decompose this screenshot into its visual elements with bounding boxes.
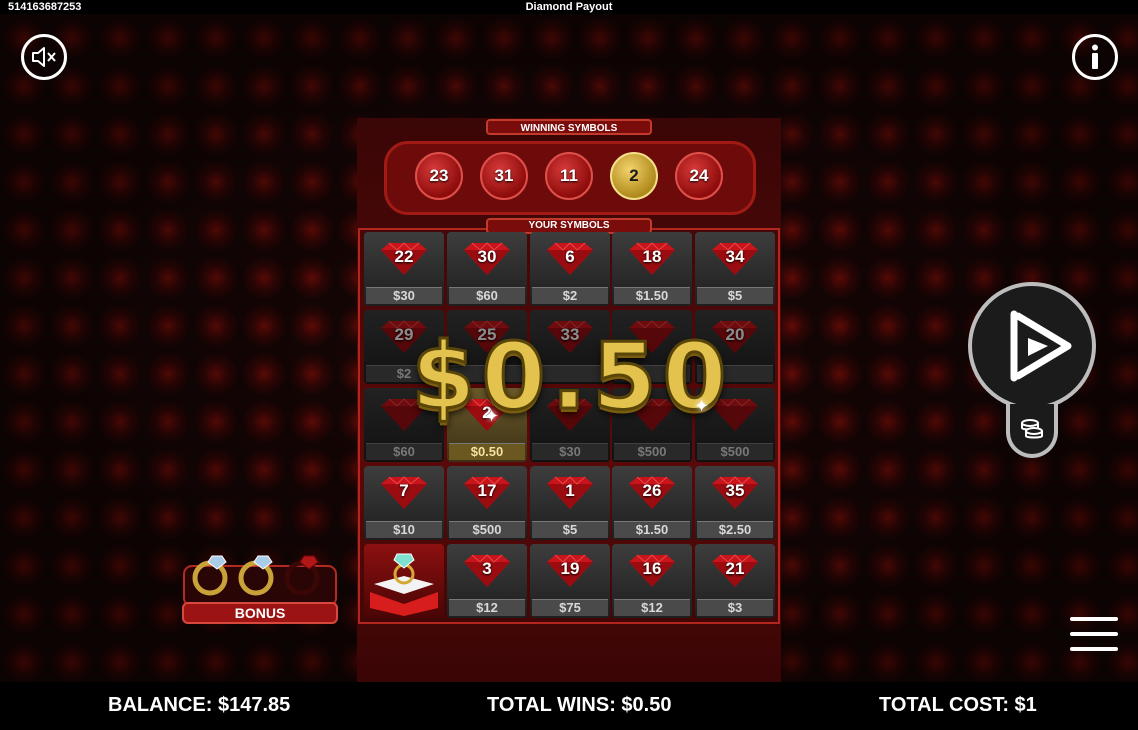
symbol-number: 22: [394, 247, 414, 266]
symbol-cell[interactable]: 16 $12: [612, 544, 692, 618]
symbol-prize: $1.50: [614, 521, 690, 538]
winning-symbols-label: WINNING SYMBOLS: [486, 119, 652, 135]
symbol-cell[interactable]: 1 $5: [530, 466, 610, 540]
hamburger-menu-icon: [1070, 617, 1118, 621]
symbol-cell[interactable]: 6 $2: [530, 232, 610, 306]
winning-symbol: 24: [675, 152, 723, 200]
symbol-cell[interactable]: 19 $75: [530, 544, 610, 618]
symbol-prize: $500: [449, 521, 525, 538]
symbol-prize: $12: [449, 599, 525, 616]
symbol-number: 6: [565, 247, 575, 266]
balance-display: BALANCE: $147.85: [108, 694, 291, 716]
symbol-number: 1: [565, 481, 575, 500]
total-wins-display: TOTAL WINS: $0.50: [487, 694, 672, 716]
symbol-prize: $60: [449, 287, 525, 304]
symbol-cell[interactable]: 26 $1.50: [612, 466, 692, 540]
sparkle-icon: ✦: [694, 396, 710, 416]
play-icon: [1010, 310, 1072, 382]
symbol-prize: $500: [697, 443, 773, 460]
symbol-prize: $3: [697, 599, 773, 616]
symbol-prize: $5: [697, 287, 773, 304]
play-button[interactable]: [968, 282, 1096, 410]
ring-box-icon: [370, 553, 438, 616]
symbol-prize: $30: [532, 443, 608, 460]
menu-button[interactable]: [1070, 615, 1118, 653]
symbol-number: 16: [642, 559, 662, 578]
symbol-cell[interactable]: 17 $500: [447, 466, 527, 540]
symbol-prize: $500: [614, 443, 690, 460]
coin-stack-icon: [1021, 419, 1043, 439]
symbol-cell[interactable]: 21 $3: [695, 544, 775, 618]
bonus-rings-icon: [183, 555, 337, 607]
symbol-cell[interactable]: 34 $5: [695, 232, 775, 306]
symbol-prize: $75: [532, 599, 608, 616]
symbol-number: 30: [477, 247, 497, 266]
winning-symbol: 11: [545, 152, 593, 200]
symbol-prize: $12: [614, 599, 690, 616]
symbol-number: 19: [560, 559, 580, 578]
info-button[interactable]: [1072, 34, 1118, 80]
symbol-prize: $2.50: [697, 521, 773, 538]
symbol-number: 17: [477, 481, 497, 500]
symbol-number: 35: [725, 481, 745, 500]
info-icon: [1092, 44, 1098, 69]
symbol-prize: $1.50: [614, 287, 690, 304]
symbol-cell[interactable]: 30 $60: [447, 232, 527, 306]
symbol-number: 7: [399, 481, 409, 500]
symbol-number: 3: [482, 559, 492, 578]
symbol-number: 18: [642, 247, 662, 266]
symbol-cell[interactable]: 35 $2.50: [695, 466, 775, 540]
bonus-ring-cell[interactable]: [364, 544, 444, 618]
symbol-cell[interactable]: 18 $1.50: [612, 232, 692, 306]
mute-button[interactable]: [21, 34, 67, 80]
top-bar: 514163687253 Diamond Payout: [0, 0, 1138, 14]
symbol-prize: $2: [532, 287, 608, 304]
game-stage: 514163687253 Diamond Payout WINNING SYMB…: [0, 0, 1138, 730]
total-cost-display: TOTAL COST: $1: [879, 694, 1037, 716]
symbol-prize: $0.50: [449, 443, 525, 460]
speaker-muted-icon: [32, 47, 56, 67]
status-footer: BALANCE: $147.85 TOTAL WINS: $0.50 TOTAL…: [0, 682, 1138, 730]
bet-coins-button[interactable]: [1006, 404, 1058, 458]
symbol-number: 26: [642, 481, 662, 500]
symbol-prize: $30: [366, 287, 442, 304]
sparkle-icon: ✦: [484, 406, 500, 426]
winning-symbol: 2: [610, 152, 658, 200]
symbol-number: 34: [725, 247, 745, 266]
symbol-prize: $5: [532, 521, 608, 538]
symbol-cell[interactable]: 22 $30: [364, 232, 444, 306]
game-title: Diamond Payout: [525, 1, 613, 13]
bonus-label: BONUS: [182, 602, 338, 624]
symbol-number: 21: [725, 559, 745, 578]
symbol-cell[interactable]: 7 $10: [364, 466, 444, 540]
winning-symbol: 31: [480, 152, 528, 200]
symbol-cell[interactable]: 3 $12: [447, 544, 527, 618]
symbol-prize: $10: [366, 521, 442, 538]
winning-symbol: 23: [415, 152, 463, 200]
symbol-prize: $60: [366, 443, 442, 460]
